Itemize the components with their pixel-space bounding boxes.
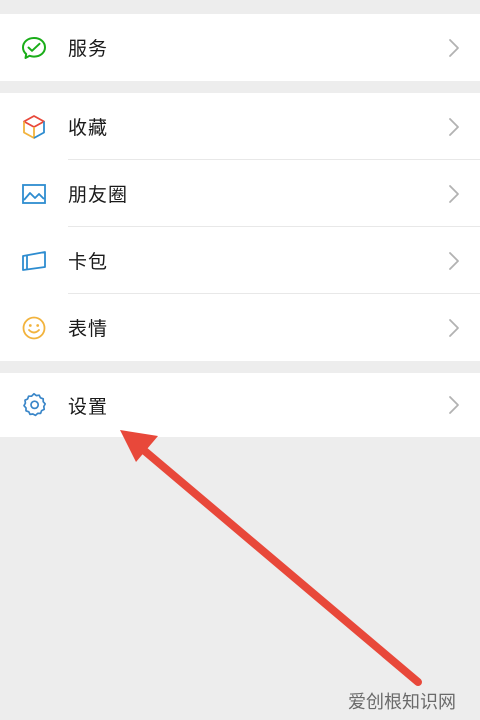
menu-item-service[interactable]: 服务 xyxy=(0,14,480,81)
chevron-right-icon xyxy=(448,117,460,137)
menu-label-stickers: 表情 xyxy=(68,318,109,340)
cube-icon xyxy=(20,113,48,141)
menu-label-service: 服务 xyxy=(68,38,109,60)
chevron-right-icon xyxy=(448,395,460,415)
menu-label-cards: 卡包 xyxy=(68,251,109,273)
menu-item-favorites[interactable]: 收藏 xyxy=(0,93,480,160)
menu-item-cards[interactable]: 卡包 xyxy=(0,227,480,294)
service-group: 服务 xyxy=(0,14,480,81)
picture-icon xyxy=(20,180,48,208)
menu-item-stickers[interactable]: 表情 xyxy=(0,294,480,361)
settings-group: 设置 xyxy=(0,373,480,437)
menu-item-settings[interactable]: 设置 xyxy=(0,373,480,437)
menu-label-favorites: 收藏 xyxy=(68,117,109,139)
watermark-text: 爱创根知识网 xyxy=(348,692,456,713)
menu-label-settings: 设置 xyxy=(68,395,109,418)
chevron-right-icon xyxy=(448,318,460,338)
service-icon xyxy=(20,34,48,62)
gear-icon xyxy=(20,391,48,419)
menu-item-moments[interactable]: 朋友圈 xyxy=(0,160,480,227)
card-icon xyxy=(20,247,48,275)
menu-label-moments: 朋友圈 xyxy=(68,184,129,206)
chevron-right-icon xyxy=(448,38,460,58)
chevron-right-icon xyxy=(448,251,460,271)
smiley-icon xyxy=(20,314,48,342)
chevron-right-icon xyxy=(448,184,460,204)
main-group: 收藏 朋友圈 卡包 表情 xyxy=(0,93,480,361)
